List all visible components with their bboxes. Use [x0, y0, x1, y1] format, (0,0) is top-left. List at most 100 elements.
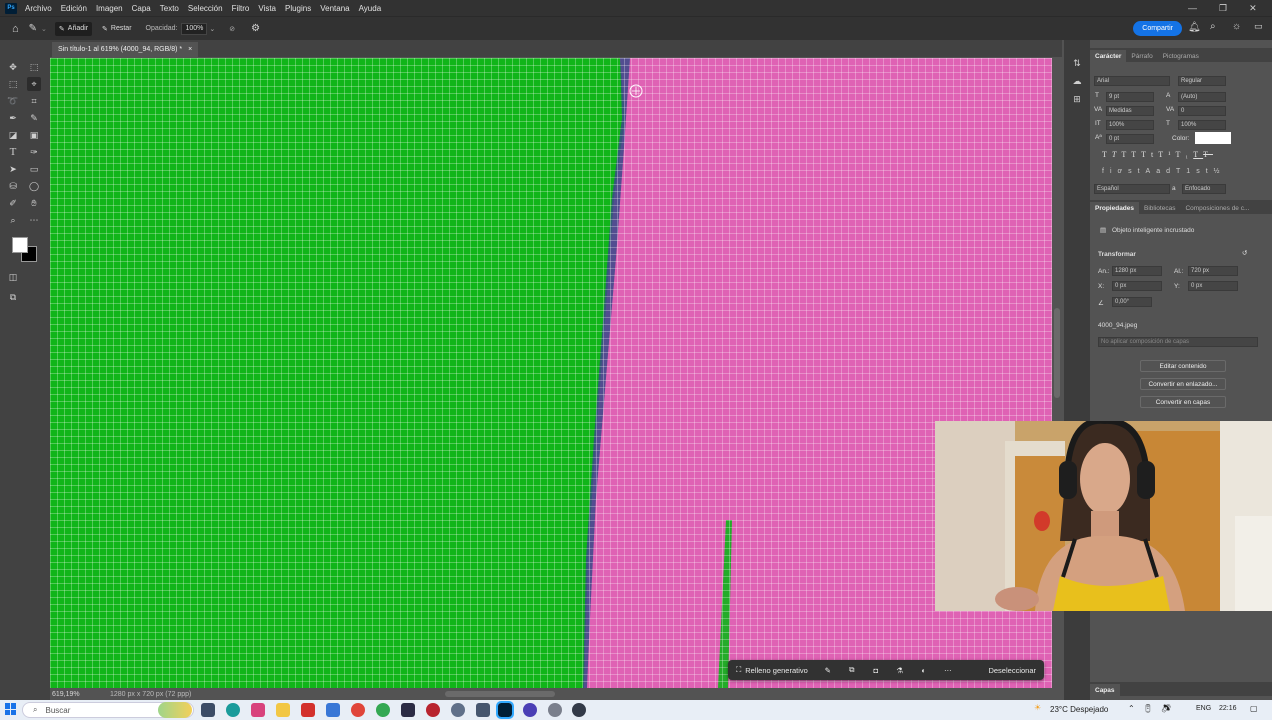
app-icon-pink[interactable] [251, 703, 265, 717]
pencil-tool-icon[interactable]: ✐ [6, 196, 20, 210]
clock[interactable]: 22:16 [1219, 705, 1237, 712]
subtract-mode-button[interactable]: ✎ Restar [98, 22, 136, 36]
baseline-input[interactable]: 0 pt [1106, 134, 1154, 144]
object-selection-tool-icon[interactable]: ⌖ [27, 77, 41, 91]
marquee-tool-icon[interactable]: ⬚ [6, 77, 20, 91]
app-icon-charcoal[interactable] [572, 703, 586, 717]
chrome-profile-icon[interactable] [376, 703, 390, 717]
reset-transform-icon[interactable]: ↺ [1242, 249, 1247, 257]
more-options-icon[interactable]: ⋯ [941, 663, 955, 677]
windows-start-icon[interactable] [5, 703, 17, 715]
app-icon-blue[interactable] [326, 703, 340, 717]
notification-icon[interactable]: ▢ [1250, 704, 1258, 713]
angle-input[interactable]: 0,00° [1112, 297, 1152, 307]
y-input[interactable]: 0 px [1188, 281, 1238, 291]
underline-icon[interactable]: T [1193, 150, 1203, 159]
all-caps-icon[interactable]: TT [1121, 150, 1141, 159]
minimize-icon[interactable]: — [1188, 3, 1197, 13]
kerning-input[interactable]: Medidas [1106, 106, 1154, 116]
tray-icons[interactable]: ⌃🔋︎🔊︎ [1128, 704, 1179, 713]
brush-tool-icon[interactable]: ✎ [27, 111, 41, 125]
tab-layer-comps[interactable]: Composiciones de c... [1180, 202, 1254, 214]
ligature-icon[interactable]: fi [1102, 168, 1118, 175]
eyedropper-tool-icon[interactable]: ✒ [6, 111, 20, 125]
generative-fill-button[interactable]: ⛶ Relleno generativo [728, 665, 816, 675]
language-indicator[interactable]: ENG [1196, 705, 1211, 712]
convert-to-linked-button[interactable]: Convertir en enlazado... [1140, 378, 1226, 390]
search-icon[interactable]: ⌕ [1210, 21, 1216, 32]
menu-capa[interactable]: Capa [132, 4, 151, 13]
antialias-select[interactable]: Enfocado [1182, 184, 1226, 194]
font-style-select[interactable]: Regular [1178, 76, 1226, 86]
settings-icon[interactable] [451, 703, 465, 717]
app-icon-gray[interactable] [548, 703, 562, 717]
horizontal-scrollbar-thumb[interactable] [445, 691, 555, 697]
fill-icon[interactable]: ⚗ [893, 663, 907, 677]
menu-ayuda[interactable]: Ayuda [359, 4, 382, 13]
file-explorer-icon[interactable] [276, 703, 290, 717]
eraser-tool-icon[interactable]: ◪ [6, 128, 20, 142]
menu-vista[interactable]: Vista [258, 4, 276, 13]
share-button[interactable]: Compartir [1133, 21, 1182, 36]
convert-to-layers-button[interactable]: Convertir en capas [1140, 396, 1226, 408]
opacity-dropdown-icon[interactable]: ⌄ [209, 25, 215, 33]
menu-plugins[interactable]: Plugins [285, 4, 311, 13]
scrollbar-thumb[interactable] [1054, 308, 1060, 398]
font-family-select[interactable]: Arial [1094, 76, 1170, 86]
menu-ventana[interactable]: Ventana [320, 4, 349, 13]
height-input[interactable]: 720 px [1188, 266, 1238, 276]
canvas[interactable] [50, 58, 1052, 688]
faux-italic-icon[interactable]: T [1112, 150, 1121, 159]
discretionary-icon[interactable]: ơ [1118, 168, 1129, 175]
gradient-tool-icon[interactable]: ▣ [27, 128, 41, 142]
app-icon-crimson[interactable] [426, 703, 440, 717]
edit-contents-button[interactable]: Editar contenido [1140, 360, 1226, 372]
rectangle-tool-icon[interactable]: ▭ [27, 162, 41, 176]
tab-properties[interactable]: Propiedades [1090, 202, 1140, 214]
opacity-input[interactable]: 100% [181, 22, 208, 35]
history-icon[interactable]: ⇅ [1070, 56, 1084, 70]
superscript-icon[interactable]: T¹ [1158, 150, 1175, 159]
quick-mask-icon[interactable]: ◫ [6, 270, 20, 284]
close-icon[interactable]: ✕ [1249, 3, 1257, 14]
add-mode-button[interactable]: ✎ Añadir [54, 21, 93, 36]
ordinals-icon[interactable]: T [1176, 168, 1186, 175]
language-select[interactable]: Español [1094, 184, 1170, 194]
foreground-color-swatch[interactable] [12, 237, 28, 253]
tab-paragraph[interactable]: Párrafo [1126, 50, 1157, 62]
path-selection-tool-icon[interactable]: ➤ [6, 162, 20, 176]
chrome-icon[interactable] [351, 703, 365, 717]
artboard-tool-icon[interactable]: ⬚ [27, 60, 41, 74]
app-icon-slate[interactable] [476, 703, 490, 717]
layer-comp-select[interactable]: No aplicar composición de capas [1098, 337, 1258, 347]
mask-icon[interactable]: ◘ [869, 663, 883, 677]
clone-stamp-tool-icon[interactable]: ⛁ [6, 179, 20, 193]
maximize-icon[interactable]: ❐ [1219, 3, 1227, 14]
document-tab[interactable]: Sin título-1 al 619% (4000_94, RGB/8) * … [52, 42, 199, 57]
strikethrough-icon[interactable]: T [1203, 150, 1213, 159]
width-input[interactable]: 1280 px [1112, 266, 1162, 276]
leading-input[interactable]: (Auto) [1178, 92, 1226, 102]
edge-browser-icon[interactable] [226, 703, 240, 717]
menu-archivo[interactable]: Archivo [25, 4, 52, 13]
subscript-icon[interactable]: T₁ [1176, 150, 1194, 159]
screen-mode-icon[interactable]: ⧉ [6, 290, 20, 304]
zoom-level[interactable]: 619,19% [52, 691, 110, 698]
adjustment-icon[interactable]: ◐ [917, 663, 931, 677]
invert-selection-icon[interactable]: ⧉ [845, 663, 859, 677]
x-input[interactable]: 0 px [1112, 281, 1162, 291]
swatches-icon[interactable]: ☁ [1070, 74, 1084, 88]
lasso-tool-icon[interactable]: ➰ [6, 94, 20, 108]
tab-character[interactable]: Carácter [1090, 50, 1127, 62]
titling-icon[interactable]: ad [1156, 168, 1176, 175]
channels-icon[interactable]: ⊞ [1070, 92, 1084, 106]
swash-icon[interactable]: st [1128, 168, 1145, 175]
app-icon-red[interactable] [301, 703, 315, 717]
small-caps-icon[interactable]: Tt [1141, 150, 1158, 159]
font-size-input[interactable]: 9 pt [1106, 92, 1154, 102]
blur-tool-icon[interactable]: ◯ [27, 179, 41, 193]
pressure-icon[interactable]: ⊘ [229, 25, 235, 33]
workspace-icon[interactable]: ▭ [1254, 21, 1263, 32]
type-tool-icon[interactable]: T [6, 145, 20, 159]
tab-layers[interactable]: Capas [1090, 684, 1120, 696]
